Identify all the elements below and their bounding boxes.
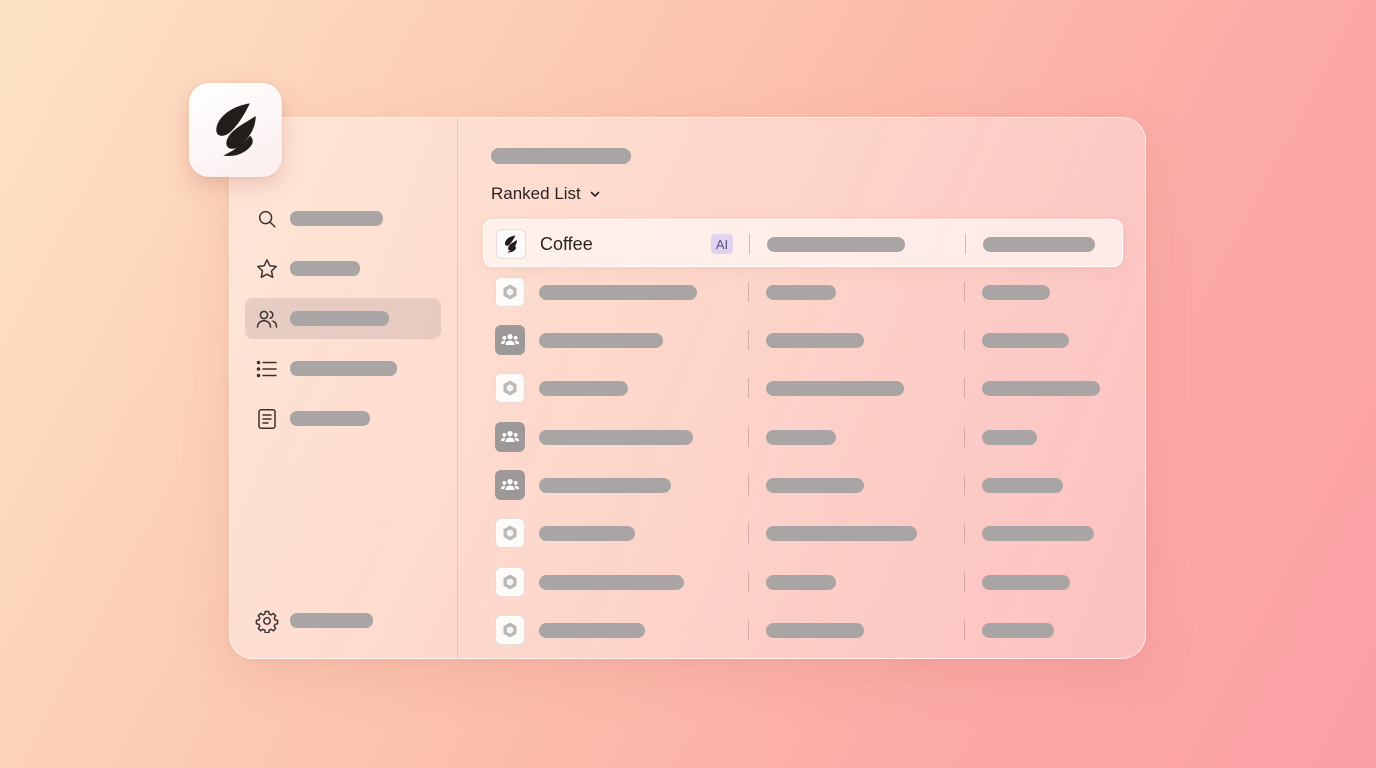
coffee-bean-icon bbox=[215, 103, 256, 157]
column-divider bbox=[964, 282, 965, 302]
cell-placeholder bbox=[982, 333, 1069, 348]
cell-placeholder bbox=[766, 623, 864, 638]
document-icon bbox=[255, 407, 279, 431]
main-content: Ranked List Coffee AI bbox=[458, 118, 1145, 658]
cell-placeholder bbox=[539, 575, 684, 590]
cell-placeholder bbox=[539, 526, 635, 541]
ranked-list-dropdown[interactable]: Ranked List bbox=[491, 184, 601, 204]
column-divider bbox=[748, 378, 749, 398]
table-row[interactable] bbox=[483, 558, 1123, 606]
cell-placeholder bbox=[539, 478, 671, 493]
cell-placeholder bbox=[539, 381, 628, 396]
row-name: Coffee bbox=[540, 234, 593, 254]
sidebar-item-favorites[interactable] bbox=[245, 248, 441, 289]
coffee-bean-icon bbox=[496, 229, 526, 259]
column-divider bbox=[748, 572, 749, 592]
column-divider bbox=[964, 475, 965, 495]
sidebar-item-label-placeholder bbox=[290, 361, 397, 376]
column-divider bbox=[748, 330, 749, 350]
column-divider bbox=[964, 523, 965, 543]
sidebar bbox=[230, 118, 458, 658]
sidebar-item-label-placeholder bbox=[290, 211, 383, 226]
cell-placeholder bbox=[766, 478, 864, 493]
cell-placeholder bbox=[766, 381, 904, 396]
sidebar-item-label-placeholder bbox=[290, 613, 373, 628]
search-icon bbox=[255, 207, 279, 231]
cell-placeholder bbox=[767, 237, 905, 252]
cell-placeholder bbox=[982, 381, 1100, 396]
chevron-down-icon bbox=[589, 188, 601, 200]
hexagon-icon bbox=[495, 277, 525, 307]
cell-placeholder bbox=[766, 575, 836, 590]
group-icon bbox=[495, 470, 525, 500]
cell-placeholder bbox=[982, 285, 1050, 300]
hexagon-icon bbox=[495, 373, 525, 403]
column-divider bbox=[749, 234, 750, 254]
cell-placeholder bbox=[766, 430, 836, 445]
column-divider bbox=[748, 427, 749, 447]
column-divider bbox=[964, 330, 965, 350]
column-divider bbox=[748, 620, 749, 640]
hexagon-icon bbox=[495, 567, 525, 597]
cell-placeholder bbox=[982, 430, 1037, 445]
cell-placeholder bbox=[766, 285, 836, 300]
group-icon bbox=[495, 325, 525, 355]
group-icon bbox=[495, 422, 525, 452]
cell-placeholder bbox=[539, 333, 663, 348]
cell-placeholder bbox=[982, 526, 1094, 541]
table-row[interactable] bbox=[483, 316, 1123, 364]
column-divider bbox=[964, 378, 965, 398]
page-title-placeholder bbox=[491, 148, 631, 164]
column-divider bbox=[965, 234, 966, 254]
column-divider bbox=[964, 572, 965, 592]
ai-badge: AI bbox=[711, 234, 733, 254]
sidebar-item-settings[interactable] bbox=[245, 600, 441, 641]
app-logo bbox=[189, 83, 282, 177]
sidebar-item-notes[interactable] bbox=[245, 398, 441, 439]
column-divider bbox=[748, 475, 749, 495]
cell-placeholder bbox=[983, 237, 1095, 252]
cell-placeholder bbox=[766, 526, 917, 541]
gear-icon bbox=[255, 609, 279, 633]
sidebar-item-label-placeholder bbox=[290, 261, 360, 276]
cell-placeholder bbox=[539, 285, 697, 300]
cell-placeholder bbox=[766, 333, 864, 348]
cell-placeholder bbox=[982, 478, 1063, 493]
hexagon-icon bbox=[495, 518, 525, 548]
list-icon bbox=[255, 357, 279, 381]
table-row[interactable] bbox=[483, 268, 1123, 316]
app-window: Ranked List Coffee AI bbox=[229, 117, 1146, 659]
table-row[interactable] bbox=[483, 606, 1123, 654]
table-row[interactable] bbox=[483, 461, 1123, 509]
table-row[interactable] bbox=[483, 509, 1123, 557]
sidebar-item-search[interactable] bbox=[245, 198, 441, 239]
sidebar-item-lists[interactable] bbox=[245, 348, 441, 389]
users-icon bbox=[255, 307, 279, 331]
cell-placeholder bbox=[982, 623, 1054, 638]
table-row[interactable] bbox=[483, 364, 1123, 412]
column-divider bbox=[964, 620, 965, 640]
hexagon-icon bbox=[495, 615, 525, 645]
sidebar-item-label-placeholder bbox=[290, 411, 370, 426]
cell-placeholder bbox=[539, 623, 645, 638]
column-divider bbox=[748, 523, 749, 543]
cell-placeholder bbox=[982, 575, 1070, 590]
column-divider bbox=[748, 282, 749, 302]
cell-placeholder bbox=[539, 430, 693, 445]
sidebar-item-label-placeholder bbox=[290, 311, 389, 326]
sidebar-item-people[interactable] bbox=[245, 298, 441, 339]
ranked-list-label: Ranked List bbox=[491, 184, 581, 203]
table-row-coffee[interactable]: Coffee AI bbox=[483, 219, 1123, 267]
table-row[interactable] bbox=[483, 413, 1123, 461]
star-icon bbox=[255, 257, 279, 281]
column-divider bbox=[964, 427, 965, 447]
